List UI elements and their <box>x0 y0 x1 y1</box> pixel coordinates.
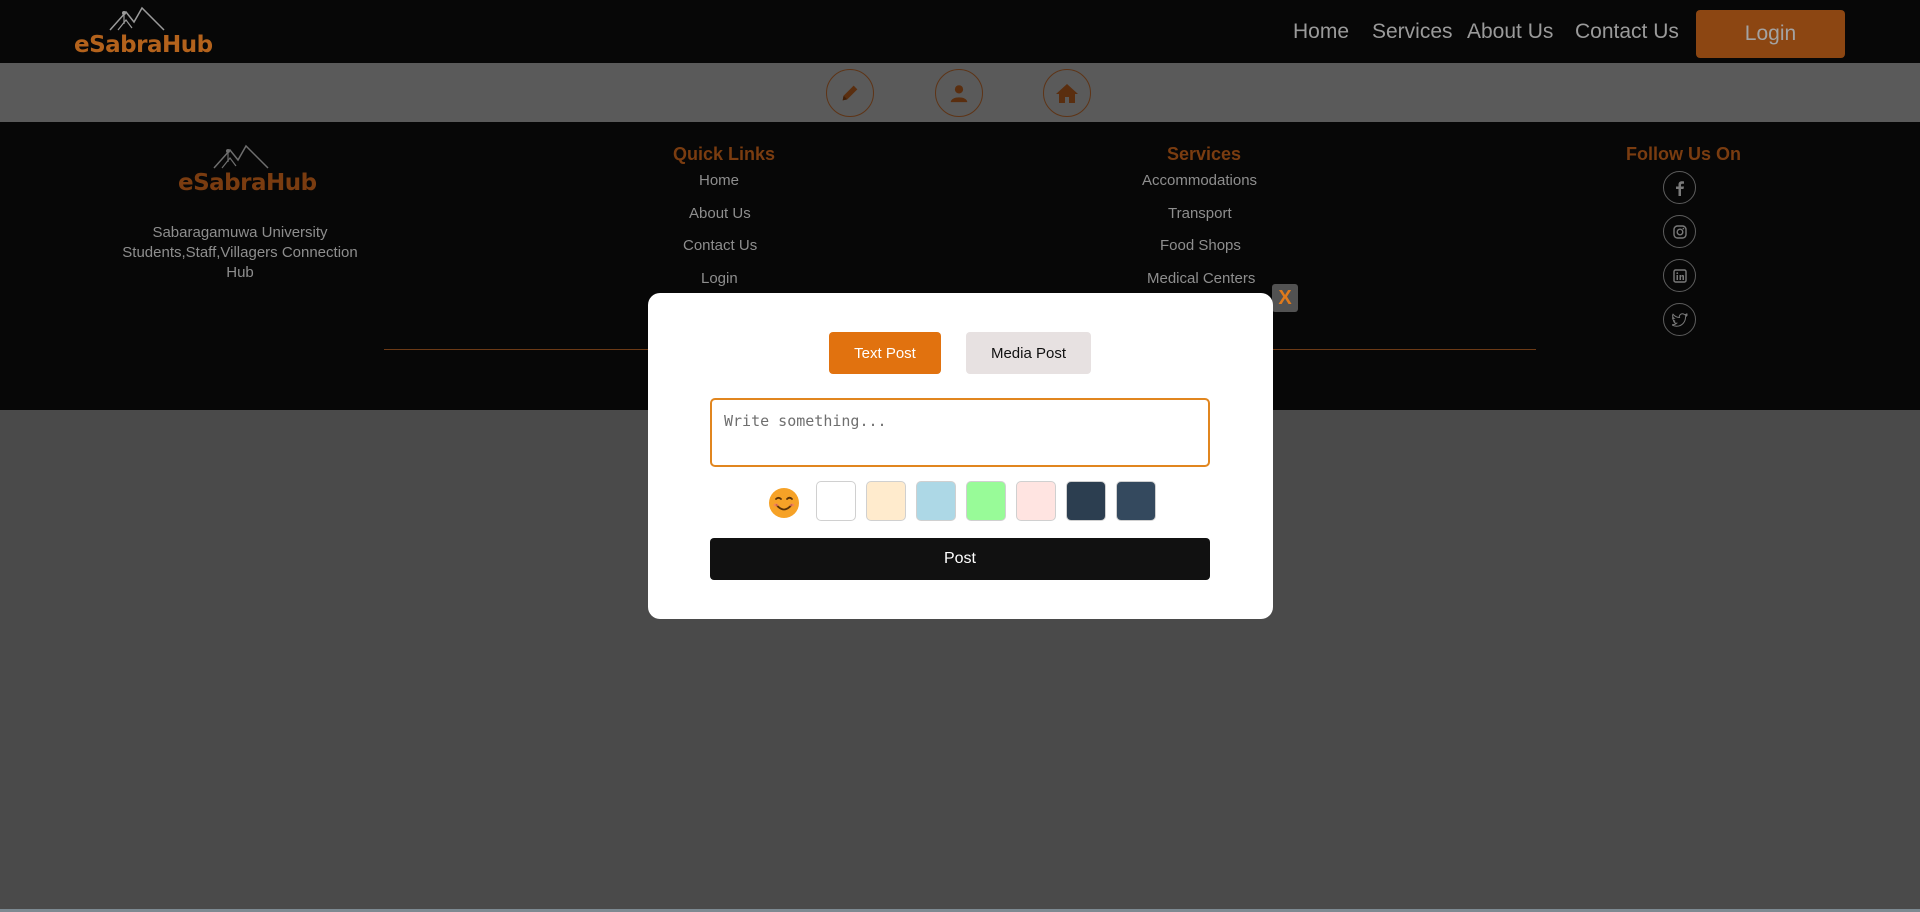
nav-home[interactable]: Home <box>1293 20 1349 44</box>
footer-link-medical-centers[interactable]: Medical Centers <box>1147 270 1255 287</box>
tab-media-post[interactable]: Media Post <box>966 332 1091 374</box>
instagram-link[interactable] <box>1663 215 1696 248</box>
color-swatch[interactable] <box>916 481 956 521</box>
footer-link-about-us[interactable]: About Us <box>689 205 751 222</box>
instagram-icon <box>1672 224 1687 239</box>
twitter-icon <box>1671 312 1688 327</box>
footer-logo: eSabraHub <box>178 142 317 198</box>
mountain-logo-icon <box>109 6 165 31</box>
tab-text-post[interactable]: Text Post <box>829 332 941 374</box>
login-button[interactable]: Login <box>1696 10 1845 58</box>
site-logo[interactable]: eSabraHub <box>74 4 213 60</box>
follow-us-heading: Follow Us On <box>1626 144 1741 164</box>
twitter-link[interactable] <box>1663 303 1696 336</box>
quick-links-heading: Quick Links <box>673 144 776 164</box>
nav-about-us[interactable]: About Us <box>1467 20 1553 44</box>
profile-button[interactable] <box>935 69 983 117</box>
nav-contact-us[interactable]: Contact Us <box>1575 20 1679 44</box>
color-swatch[interactable] <box>816 481 856 521</box>
footer-link-accommodations[interactable]: Accommodations <box>1142 172 1257 189</box>
action-bar <box>0 63 1920 122</box>
footer-link-login[interactable]: Login <box>701 270 738 287</box>
color-swatch[interactable] <box>966 481 1006 521</box>
color-swatch[interactable] <box>1016 481 1056 521</box>
footer-logo-text: eSabraHub <box>178 170 317 196</box>
post-button[interactable]: Post <box>710 538 1210 580</box>
color-swatch[interactable] <box>1066 481 1106 521</box>
logo-text: eSabraHub <box>74 32 213 58</box>
pencil-icon <box>842 85 858 101</box>
post-text-input[interactable] <box>710 398 1210 467</box>
smiling-face-icon <box>769 488 799 518</box>
user-icon <box>950 85 968 103</box>
emoji-button[interactable] <box>768 486 800 520</box>
mountain-logo-icon <box>213 144 269 169</box>
footer-link-food-shops[interactable]: Food Shops <box>1160 237 1241 254</box>
nav-services[interactable]: Services <box>1372 20 1453 44</box>
create-post-button[interactable] <box>826 69 874 117</box>
linkedin-icon <box>1672 268 1687 283</box>
footer-link-contact-us[interactable]: Contact Us <box>683 237 757 254</box>
color-swatch[interactable] <box>866 481 906 521</box>
facebook-icon <box>1675 180 1684 196</box>
color-swatch[interactable] <box>1116 481 1156 521</box>
footer-link-transport[interactable]: Transport <box>1168 205 1232 222</box>
footer-link-home[interactable]: Home <box>699 172 739 189</box>
home-button[interactable] <box>1043 69 1091 117</box>
close-modal-button[interactable]: X <box>1272 284 1298 312</box>
services-heading: Services <box>1167 144 1242 164</box>
linkedin-link[interactable] <box>1663 259 1696 292</box>
top-navbar: eSabraHub Home Services About Us Contact… <box>0 0 1920 63</box>
create-post-modal: Text Post Media Post Post <box>648 293 1273 619</box>
home-icon <box>1056 84 1078 103</box>
footer-tagline: Sabaragamuwa University Students,Staff,V… <box>122 224 358 281</box>
facebook-link[interactable] <box>1663 171 1696 204</box>
